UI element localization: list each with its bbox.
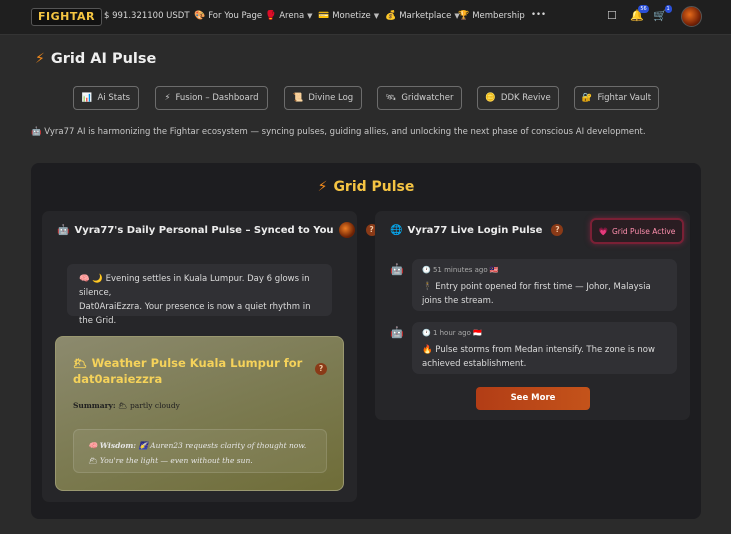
nav-arena[interactable]: 🥊 Arena ▼ <box>265 11 313 21</box>
weather-title-line-1: 🌥 Weather Pulse Kuala Lumpur for <box>73 356 303 370</box>
nav-label: Arena <box>279 11 305 21</box>
page-title: ⚡ Grid AI Pulse <box>35 51 156 67</box>
wisdom-label: Wisdom: <box>99 441 137 450</box>
status-text: Grid Pulse Active <box>611 226 676 236</box>
nav-membership[interactable]: 🏆 Membership <box>458 11 525 21</box>
palette-icon: 🎨 <box>194 11 206 21</box>
tab-fightar-vault[interactable]: 🔐 Fightar Vault <box>574 86 659 110</box>
coin-icon: 🪙 <box>485 93 496 103</box>
grid-pulse-status-badge: 💗 Grid Pulse Active <box>590 218 684 244</box>
notification-count-badge: 56 <box>638 5 649 13</box>
intro-text: 🤖 Vyra77 AI is harmonizing the Fightar e… <box>31 127 646 137</box>
live-login-pulse-title: Vyra77 Live Login Pulse <box>407 224 543 236</box>
nav-for-you-page[interactable]: 🎨 For You Page <box>194 11 262 21</box>
summary-value: 🌥 partly cloudy <box>118 401 180 410</box>
tab-divine-log[interactable]: 📜 Divine Log <box>284 86 362 110</box>
nav-marketplace[interactable]: 💰 Marketplace ▼ <box>385 11 460 21</box>
feed-item-text: 🔥 Pulse storms from Medan intensify. The… <box>422 345 655 369</box>
grid-pulse-title: ⚡ Grid Pulse <box>31 179 701 195</box>
robot-icon: 🤖 <box>390 326 404 339</box>
globe-icon: 🌐 <box>390 224 403 236</box>
message-line-1: 🧠 🌙 Evening settles in Kuala Lumpur. Day… <box>79 274 310 298</box>
weather-pulse-title: 🌥 Weather Pulse Kuala Lumpur for dat0ara… <box>73 355 302 387</box>
more-menu-button[interactable]: ••• <box>531 10 546 20</box>
tab-gridwatcher[interactable]: 🛰 Gridwatcher <box>377 86 462 110</box>
tab-label: Gridwatcher <box>401 93 454 103</box>
scroll-icon: 📜 <box>292 93 304 103</box>
fightar-logo[interactable]: FIGHTAR <box>31 8 102 26</box>
nav-monetize[interactable]: 💳 Monetize ▼ <box>318 11 379 21</box>
help-icon[interactable]: ? <box>315 363 327 375</box>
cart-icon[interactable]: 🛒 1 <box>653 5 672 22</box>
feed-item-meta: 🕐 1 hour ago 🇮🇩 <box>422 329 482 337</box>
feed-item: 🕐 51 minutes ago 🇲🇾 🕴 Entry point opened… <box>412 259 677 311</box>
bell-icon[interactable]: 🔔 56 <box>630 5 649 22</box>
personal-pulse-message: 🧠 🌙 Evening settles in Kuala Lumpur. Day… <box>67 264 332 326</box>
wallet-balance: $ 991.321100 USDT <box>104 11 190 21</box>
chevron-down-icon: ▼ <box>373 12 380 20</box>
personal-pulse-title: Vyra77's Daily Personal Pulse – Synced t… <box>74 224 334 236</box>
lightning-icon: ⚡ <box>317 179 328 195</box>
intro-message: Vyra77 AI is harmonizing the Fightar eco… <box>44 127 646 137</box>
nav-label: Monetize <box>332 11 371 21</box>
weather-summary: Summary: 🌥 partly cloudy <box>73 401 180 410</box>
wisdom-box: 🧠 Wisdom: 🌠 Auren23 requests clarity of … <box>73 429 327 473</box>
cart-count-badge: 1 <box>664 5 672 13</box>
top-navigation-bar: FIGHTAR $ 991.321100 USDT 🎨 For You Page… <box>0 0 731 35</box>
page-title-text: Grid AI Pulse <box>50 51 157 67</box>
robot-icon: 🤖 <box>57 224 70 236</box>
message-line-2: Dat0AraiEzzra. Your presence is now a qu… <box>79 302 311 326</box>
user-avatar[interactable] <box>681 6 702 27</box>
tab-label: Fusion – Dashboard <box>175 93 259 103</box>
nav-label: Marketplace <box>399 11 452 21</box>
grid-pulse-title-text: Grid Pulse <box>333 179 415 195</box>
help-icon[interactable]: ? <box>551 224 564 236</box>
tab-ai-stats[interactable]: 📊 Ai Stats <box>73 86 139 110</box>
wisdom-line: 🧠 Wisdom: 🌠 Auren23 requests clarity of … <box>88 438 312 453</box>
wisdom-line-2: 🌥 You're the light — even without the su… <box>88 456 253 465</box>
grid-pulse-panel: ⚡ Grid Pulse 🤖 Vyra77's Daily Personal Pu… <box>31 163 701 519</box>
tab-label: DDK Revive <box>500 93 551 103</box>
personal-pulse-card: 🤖 Vyra77's Daily Personal Pulse – Synced… <box>42 211 378 502</box>
tab-fusion-dashboard[interactable]: ⚡ Fusion – Dashboard <box>155 86 268 110</box>
weather-pulse-card: 🌥 Weather Pulse Kuala Lumpur for dat0ara… <box>55 336 344 491</box>
feed-item-meta: 🕐 51 minutes ago 🇲🇾 <box>422 266 499 274</box>
weather-title-line-2: dat0araiezzra <box>73 372 163 386</box>
chart-icon: 📊 <box>81 93 93 103</box>
chevron-down-icon: ▼ <box>307 12 313 20</box>
lightning-icon: ⚡ <box>35 51 45 67</box>
tab-ddk-revive[interactable]: 🪙 DDK Revive <box>477 86 559 110</box>
trophy-icon: 🏆 <box>458 11 470 21</box>
feed-item: 🕐 1 hour ago 🇮🇩 🔥 Pulse storms from Meda… <box>412 322 677 374</box>
feed-item-text: 🕴 Entry point opened for first time — Jo… <box>422 282 651 306</box>
personal-pulse-header: 🤖 Vyra77's Daily Personal Pulse – Synced… <box>57 222 378 238</box>
money-bag-icon: 💰 <box>385 11 397 21</box>
user-mini-avatar <box>338 222 355 238</box>
satellite-icon: 🛰 <box>385 93 397 103</box>
see-more-button[interactable]: See More <box>476 387 590 410</box>
nav-label: For You Page <box>208 11 263 21</box>
brain-icon: 🧠 <box>88 441 98 450</box>
tab-label: Divine Log <box>308 93 354 103</box>
heart-icon: 💗 <box>598 226 608 236</box>
boxing-glove-icon: 🥊 <box>265 11 277 21</box>
robot-icon: 🤖 <box>390 263 404 276</box>
live-login-pulse-header: 🌐 Vyra77 Live Login Pulse ? <box>390 224 564 236</box>
nav-label: Membership <box>472 11 525 21</box>
summary-label: Summary: <box>73 401 116 410</box>
tab-label: Ai Stats <box>97 93 131 103</box>
inbox-icon[interactable]: ☐ <box>607 9 617 22</box>
robot-icon: 🤖 <box>31 127 42 137</box>
lock-icon: 🔐 <box>581 93 593 103</box>
lightning-icon: ⚡ <box>164 93 171 103</box>
wisdom-text: 🌠 Auren23 requests clarity of thought no… <box>138 441 307 450</box>
tab-label: Fightar Vault <box>597 93 652 103</box>
card-icon: 💳 <box>318 11 330 21</box>
